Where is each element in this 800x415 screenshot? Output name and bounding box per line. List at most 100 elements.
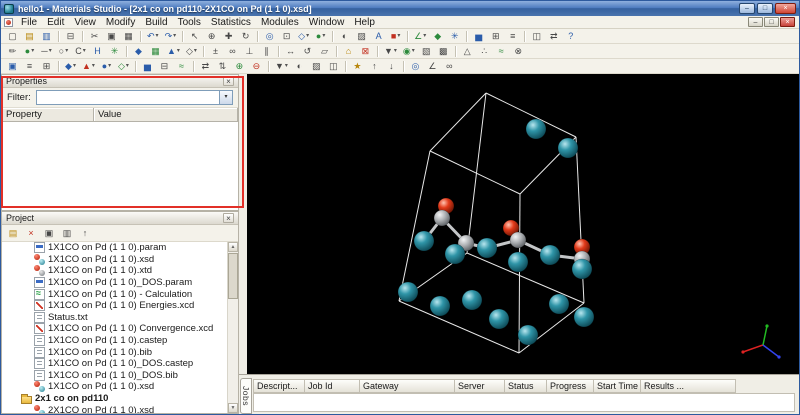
project-panel-header[interactable]: Project ×	[2, 212, 238, 225]
recenter-view-button[interactable]: ◎	[262, 30, 277, 43]
selection-tool[interactable]: ↖	[187, 30, 202, 43]
modules-dropdown[interactable]: ◆ ▾	[63, 60, 78, 73]
structure-viewport[interactable]	[247, 74, 799, 374]
menu-modify[interactable]: Modify	[101, 16, 140, 29]
open-document-button[interactable]: ▤	[22, 30, 37, 43]
jobs-column-descript[interactable]: Descript...	[253, 379, 305, 393]
tree-item[interactable]: 1X1CO on Pd (1 1 0).xsd	[2, 381, 227, 393]
rotate-view-tool[interactable]: ↻	[238, 30, 253, 43]
angle-tool[interactable]: △	[460, 45, 475, 58]
tree-item[interactable]: 1X1CO on Pd (1 1 0).xsd	[2, 253, 227, 266]
undo-button[interactable]: ↶ ▾	[145, 30, 161, 43]
crystal-builder-button[interactable]: ◆	[131, 45, 146, 58]
pattern-button[interactable]: ▧	[419, 45, 434, 58]
new-folder-button[interactable]: ▤	[5, 226, 21, 240]
sort-button[interactable]: ⇅	[215, 60, 230, 73]
pan-tool[interactable]: ✚	[221, 30, 236, 43]
tree-item[interactable]: 1X1CO on Pd (1 1 0) Convergence.xcd	[2, 323, 227, 335]
castep-dropdown[interactable]: ▲ ▾	[80, 60, 97, 73]
child-minimize-button[interactable]: –	[748, 17, 763, 27]
tree-item[interactable]: 2x1 co on pd110	[2, 393, 227, 405]
symmetry-dropdown[interactable]: ◇ ▾	[184, 45, 199, 58]
translate-tool[interactable]: ↔	[283, 45, 298, 58]
upload-button[interactable]: ↑	[367, 60, 382, 73]
zoom-tool[interactable]: ⊕	[204, 30, 219, 43]
scale-tool[interactable]: ▱	[317, 45, 332, 58]
menu-modules[interactable]: Modules	[256, 16, 304, 29]
scroll-down-icon[interactable]: ▼	[228, 403, 238, 413]
jobs-table-body[interactable]	[253, 393, 795, 412]
depth-cue-button[interactable]: ▨	[354, 30, 369, 43]
new-document-button[interactable]: ▢	[5, 30, 20, 43]
menu-edit[interactable]: Edit	[42, 16, 69, 29]
properties-panel-header[interactable]: Properties ×	[2, 75, 238, 88]
properties-table-body[interactable]	[3, 137, 237, 209]
jobs-column-start-time[interactable]: Start Time	[594, 379, 641, 393]
more-tools-dropdown[interactable]: ▼ ▾	[382, 45, 399, 58]
text-viewer-button[interactable]: ≡	[505, 30, 520, 43]
title-bar[interactable]: hello1 - Materials Studio - [2x1 co on p…	[1, 1, 799, 16]
lattice-button[interactable]: ▩	[436, 45, 451, 58]
sketch-ring-dropdown[interactable]: ○ ▾	[56, 45, 71, 58]
analysis-table-button[interactable]: ⊟	[157, 60, 172, 73]
adjust-hydrogen-button[interactable]: H	[90, 45, 105, 58]
jobs-column-gateway[interactable]: Gateway	[360, 379, 455, 393]
element-dropdown[interactable]: C ▾	[73, 45, 88, 58]
menu-statistics[interactable]: Statistics	[206, 16, 256, 29]
color-dropdown[interactable]: ■ ▾	[388, 30, 403, 43]
remove-item-button[interactable]: ⊖	[249, 60, 264, 73]
paste-item-button[interactable]: ▥	[59, 226, 75, 240]
tree-item[interactable]: 1X1CO on Pd (1 1 0)_DOS.bib	[2, 369, 227, 382]
cut-button[interactable]: ✂	[87, 30, 102, 43]
add-item-button[interactable]: ⊕	[232, 60, 247, 73]
project-scrollbar[interactable]: ▲ ▼	[227, 242, 238, 413]
tree-item[interactable]: 1X1CO on Pd (1 1 0)_DOS.param	[2, 277, 227, 289]
bookmark-button[interactable]: ★	[350, 60, 365, 73]
dmol3-dropdown[interactable]: ● ▾	[99, 60, 114, 73]
forcite-dropdown[interactable]: ◇ ▾	[116, 60, 131, 73]
menu-help[interactable]: Help	[349, 16, 380, 29]
maximize-button[interactable]: □	[757, 3, 773, 14]
measure-tool[interactable]: ∴	[477, 45, 492, 58]
constraint-button[interactable]: ⊥	[242, 45, 257, 58]
tree-item[interactable]: 1X1CO on Pd (1 1 0).param	[2, 242, 227, 254]
print-button[interactable]: ⊟	[63, 30, 78, 43]
delete-item-button[interactable]: ×	[23, 226, 39, 240]
help-button[interactable]: ?	[563, 30, 578, 43]
sketch-bond-dropdown[interactable]: ─ ▾	[39, 45, 54, 58]
value-column-header[interactable]: Value	[94, 108, 238, 122]
job-queue-button[interactable]: ⊞	[39, 60, 54, 73]
nanostructure-dropdown[interactable]: ▲ ▾	[165, 45, 182, 58]
swap-view-button[interactable]: ⇄	[546, 30, 561, 43]
grid-button[interactable]: ▨	[309, 60, 324, 73]
plane-button[interactable]: ∥	[259, 45, 274, 58]
options-dropdown[interactable]: ▼ ▾	[273, 60, 290, 73]
structure-3d-view[interactable]	[247, 74, 800, 374]
measure-change-dropdown[interactable]: ∠ ▾	[412, 30, 428, 43]
close-button[interactable]: ×	[775, 3, 796, 14]
compare-button[interactable]: ⇄	[198, 60, 213, 73]
view-direction-dropdown[interactable]: ◇ ▾	[296, 30, 311, 43]
tree-item[interactable]: 1X1CO on Pd (1 1 0)_DOS.castep	[2, 358, 227, 370]
wave-button[interactable]: ≈	[494, 45, 509, 58]
fit-view-button[interactable]: ⊡	[279, 30, 294, 43]
tree-item[interactable]: 1X1CO on Pd (1 1 0).xtd	[2, 265, 227, 277]
collapse-all-button[interactable]: ↑	[77, 226, 93, 240]
project-close-icon[interactable]: ×	[223, 213, 234, 223]
copy-item-button[interactable]: ▣	[41, 226, 57, 240]
clean-button[interactable]: ✳	[447, 30, 462, 43]
menu-build[interactable]: Build	[140, 16, 172, 29]
charge-button[interactable]: ±	[208, 45, 223, 58]
sketch-tool[interactable]: ✏	[5, 45, 20, 58]
render-options-button[interactable]: ◐	[292, 60, 307, 73]
tree-item[interactable]: 2X1CO on Pd (1 1 0).xsd	[2, 404, 227, 413]
server-console-button[interactable]: ▣	[5, 60, 20, 73]
menu-tools[interactable]: Tools	[173, 16, 206, 29]
paste-button[interactable]: ▦	[121, 30, 136, 43]
jobs-column-job-id[interactable]: Job Id	[305, 379, 360, 393]
jobs-column-results[interactable]: Results ...	[641, 379, 736, 393]
chart-viewer-button[interactable]: ▅	[471, 30, 486, 43]
tree-item[interactable]: Status.txt	[2, 311, 227, 324]
close-fragment-button[interactable]: ⊗	[511, 45, 526, 58]
job-explorer-button[interactable]: ≡	[22, 60, 37, 73]
